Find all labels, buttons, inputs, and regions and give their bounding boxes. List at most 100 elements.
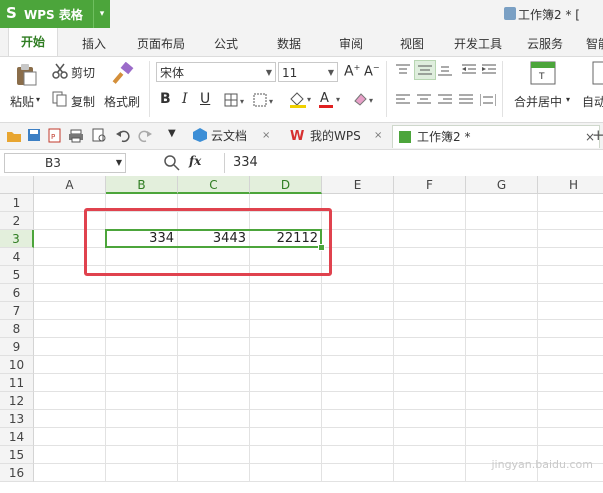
- close-icon[interactable]: ×: [262, 130, 270, 141]
- cell-d4[interactable]: [250, 248, 322, 266]
- cell-c14[interactable]: [178, 428, 250, 446]
- copy-icon[interactable]: [52, 91, 68, 110]
- cell-f11[interactable]: [394, 374, 466, 392]
- cell-d11[interactable]: [250, 374, 322, 392]
- cell-h6[interactable]: [538, 284, 603, 302]
- folder-open-icon[interactable]: [6, 129, 22, 146]
- decrease-indent-icon[interactable]: [462, 64, 476, 79]
- cell-d5[interactable]: [250, 266, 322, 284]
- cell-d9[interactable]: [250, 338, 322, 356]
- tab-developer[interactable]: 开发工具: [454, 35, 502, 52]
- tab-review[interactable]: 审阅: [339, 35, 363, 52]
- print-preview-icon[interactable]: [92, 128, 107, 146]
- row-header-7[interactable]: 7: [0, 302, 34, 320]
- cell-h9[interactable]: [538, 338, 603, 356]
- cell-a13[interactable]: [34, 410, 106, 428]
- border-icon[interactable]: ▾: [224, 93, 248, 110]
- column-header-h[interactable]: H: [538, 176, 603, 194]
- cell-g8[interactable]: [466, 320, 538, 338]
- cell-g11[interactable]: [466, 374, 538, 392]
- cell-d16[interactable]: [250, 464, 322, 482]
- formula-input[interactable]: 334: [233, 155, 258, 170]
- cell-d14[interactable]: [250, 428, 322, 446]
- row-header-10[interactable]: 10: [0, 356, 34, 374]
- cell-c13[interactable]: [178, 410, 250, 428]
- cell-e3[interactable]: [322, 230, 394, 248]
- row-header-16[interactable]: 16: [0, 464, 34, 482]
- cell-b6[interactable]: [106, 284, 178, 302]
- cell-g1[interactable]: [466, 194, 538, 212]
- cell-f9[interactable]: [394, 338, 466, 356]
- column-header-d[interactable]: D: [250, 176, 322, 194]
- cell-h13[interactable]: [538, 410, 603, 428]
- align-right-icon[interactable]: [438, 94, 452, 109]
- cell-h1[interactable]: [538, 194, 603, 212]
- merge-center-icon[interactable]: T: [530, 61, 556, 88]
- cell-f14[interactable]: [394, 428, 466, 446]
- cell-f12[interactable]: [394, 392, 466, 410]
- cell-f16[interactable]: [394, 464, 466, 482]
- name-box[interactable]: B3 ▼: [4, 153, 126, 173]
- cell-a2[interactable]: [34, 212, 106, 230]
- cell-a11[interactable]: [34, 374, 106, 392]
- cell-f7[interactable]: [394, 302, 466, 320]
- cell-f3[interactable]: [394, 230, 466, 248]
- cell-h2[interactable]: [538, 212, 603, 230]
- cell-c7[interactable]: [178, 302, 250, 320]
- row-header-9[interactable]: 9: [0, 338, 34, 356]
- cell-f1[interactable]: [394, 194, 466, 212]
- cell-c6[interactable]: [178, 284, 250, 302]
- cell-g6[interactable]: [466, 284, 538, 302]
- cell-f6[interactable]: [394, 284, 466, 302]
- row-header-15[interactable]: 15: [0, 446, 34, 464]
- merge-center-button[interactable]: 合并居中: [514, 93, 562, 110]
- row-header-2[interactable]: 2: [0, 212, 34, 230]
- clear-format-icon[interactable]: ▾: [352, 91, 378, 110]
- cell-g2[interactable]: [466, 212, 538, 230]
- cell-h7[interactable]: [538, 302, 603, 320]
- cell-g12[interactable]: [466, 392, 538, 410]
- cell-e8[interactable]: [322, 320, 394, 338]
- app-menu-button[interactable]: S WPS 表格 ▾: [0, 0, 110, 28]
- cell-f15[interactable]: [394, 446, 466, 464]
- cell-b1[interactable]: [106, 194, 178, 212]
- column-header-b[interactable]: B: [106, 176, 178, 194]
- tab-data[interactable]: 数据: [277, 35, 301, 52]
- cell-a14[interactable]: [34, 428, 106, 446]
- cell-c5[interactable]: [178, 266, 250, 284]
- bold-button[interactable]: B: [160, 91, 171, 107]
- cell-h4[interactable]: [538, 248, 603, 266]
- tab-my-wps[interactable]: 我的WPS: [310, 125, 361, 147]
- cell-c4[interactable]: [178, 248, 250, 266]
- increase-indent-icon[interactable]: [482, 64, 496, 79]
- cell-e10[interactable]: [322, 356, 394, 374]
- align-middle-icon[interactable]: [414, 60, 436, 80]
- cell-d6[interactable]: [250, 284, 322, 302]
- fill-pattern-icon[interactable]: ▾: [253, 93, 277, 110]
- cell-b9[interactable]: [106, 338, 178, 356]
- tab-insert[interactable]: 插入: [82, 35, 106, 52]
- cell-e6[interactable]: [322, 284, 394, 302]
- cell-d13[interactable]: [250, 410, 322, 428]
- cell-f8[interactable]: [394, 320, 466, 338]
- cell-g9[interactable]: [466, 338, 538, 356]
- tab-home[interactable]: 开始: [8, 28, 59, 56]
- auto-wrap-button[interactable]: 自动: [582, 93, 603, 110]
- italic-button[interactable]: I: [182, 91, 188, 107]
- close-icon[interactable]: ×: [374, 130, 382, 141]
- cell-c1[interactable]: [178, 194, 250, 212]
- cell-c11[interactable]: [178, 374, 250, 392]
- cell-a3[interactable]: [34, 230, 106, 248]
- copy-button[interactable]: 复制: [71, 93, 95, 110]
- cell-a4[interactable]: [34, 248, 106, 266]
- increase-font-icon[interactable]: A+: [344, 63, 360, 80]
- tab-smart[interactable]: 智能: [586, 35, 603, 52]
- chevron-down-icon[interactable]: ▾: [93, 0, 110, 28]
- row-header-1[interactable]: 1: [0, 194, 34, 212]
- justify-icon[interactable]: [459, 94, 473, 109]
- cell-f13[interactable]: [394, 410, 466, 428]
- cell-d12[interactable]: [250, 392, 322, 410]
- cell-c15[interactable]: [178, 446, 250, 464]
- cell-c3[interactable]: 3443: [178, 230, 250, 248]
- tab-page-layout[interactable]: 页面布局: [137, 35, 185, 52]
